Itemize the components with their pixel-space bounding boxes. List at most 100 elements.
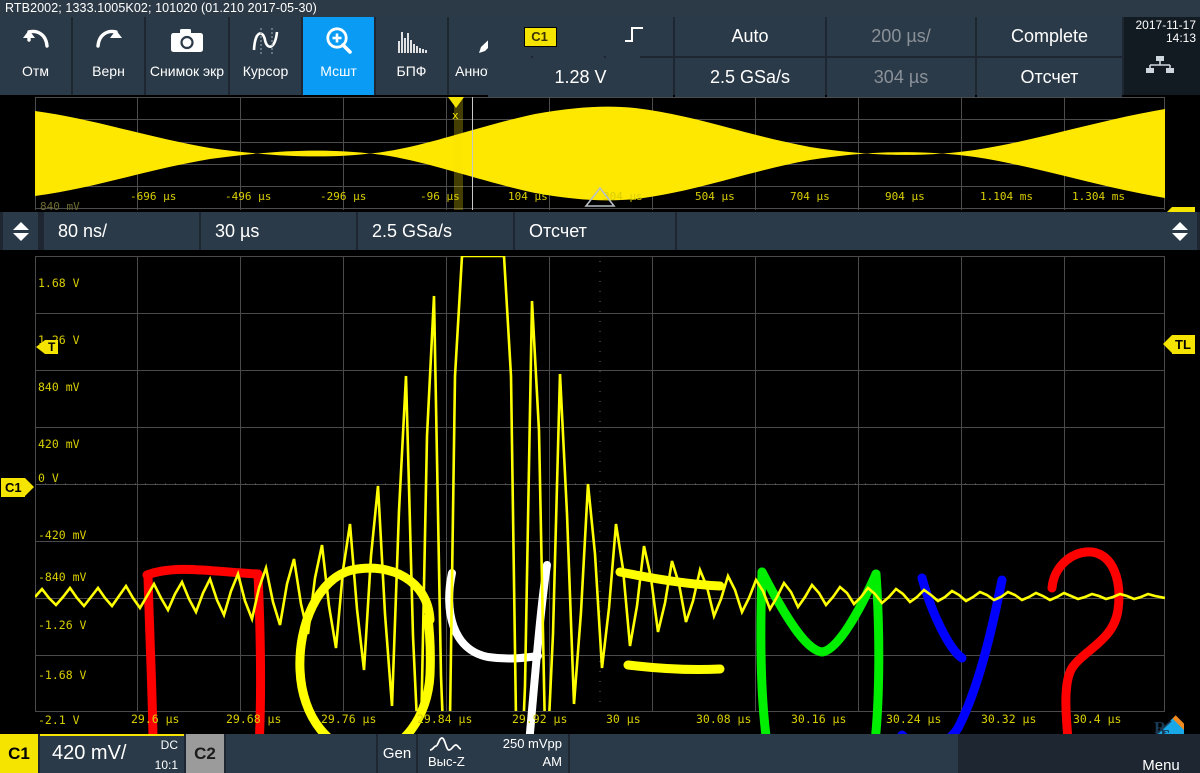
clock-time: 14:13 — [1165, 31, 1196, 45]
fft-icon — [395, 17, 429, 64]
channel1-scale: 420 mV/ — [52, 742, 127, 764]
overview-x-label-6: 504 µs — [695, 190, 735, 203]
generator-modulation: AM — [542, 754, 563, 769]
channel-value-cell[interactable]: 1.28 V — [488, 58, 673, 97]
clock-panel: 2017-11-17 14:13 — [1124, 17, 1200, 95]
overview-x-label-1: -496 µs — [225, 190, 272, 203]
toolbar-button-screenshot[interactable]: Снимок экр — [146, 17, 230, 95]
timebase-cell[interactable]: 200 µs/ — [827, 17, 975, 56]
sample-rate-cell[interactable]: 2.5 GSa/s — [675, 58, 825, 97]
acquisition-info-panel: C1 Auto 200 µs/ Complete 1.28 V 2.5 GSa/… — [488, 17, 1122, 97]
overview-x-label-7: 704 µs — [790, 190, 830, 203]
generator-panel[interactable]: Выс-Z 250 mVpp AM — [418, 734, 568, 773]
trigger-level-marker[interactable]: T — [36, 340, 59, 354]
main-x-label-9: 30.32 µs — [981, 712, 1037, 726]
zoom-position-cell[interactable]: 30 µs — [201, 212, 356, 250]
main-x-label-0: 29.6 µs — [131, 712, 180, 726]
toolbar-button-undo-label: Отм — [22, 63, 49, 79]
acq-mode-cell[interactable]: Отсчет — [977, 58, 1122, 97]
rising-edge-icon — [623, 23, 645, 50]
zoom-spinner-left[interactable] — [3, 212, 38, 250]
trigger-level-label: T — [45, 340, 59, 354]
spin-up-icon — [12, 221, 29, 230]
overview-zoom-edge — [472, 97, 473, 210]
main-x-label-4: 29.92 µs — [512, 712, 568, 726]
overview-x-label-10: 1.304 ms — [1072, 190, 1125, 203]
trigger-position-icon[interactable] — [584, 186, 616, 213]
spin-down-icon — [12, 232, 29, 241]
channel-select-cell[interactable]: C1 — [488, 17, 593, 56]
channel1-panel[interactable]: 420 mV/ DC 10:1 — [40, 734, 184, 773]
overview-x-label-2: -296 µs — [320, 190, 367, 203]
overview-x-label-4: 104 µs — [508, 190, 548, 203]
generator-amplitude: 250 mVpp — [502, 736, 562, 751]
menu-button[interactable]: Menu — [1122, 734, 1200, 773]
main-y-label-7: -1.26 V — [38, 618, 87, 632]
toolbar-button-cursor[interactable]: Курсор — [230, 17, 303, 95]
spin-up-icon-right — [1171, 221, 1188, 230]
toolbar-button-fft-label: БПФ — [396, 63, 427, 79]
main-y-label-9: -2.1 V — [38, 713, 80, 727]
overview-x-label-9: 1.104 ms — [980, 190, 1033, 203]
overview-x-label-8: 904 µs — [885, 190, 925, 203]
window-title-bar: RTB2002; 1333.1005K02; 101020 (01.210 20… — [0, 0, 1200, 17]
main-x-label-10: 30.4 µs — [1073, 712, 1122, 726]
zoom-mode-cell[interactable]: Отсчет — [515, 212, 675, 250]
main-y-label-2: 840 mV — [38, 380, 80, 394]
main-x-label-1: 29.68 µs — [226, 712, 282, 726]
trigger-slope-cell[interactable] — [595, 17, 673, 56]
zoom-cells: 80 ns/ 30 µs 2.5 GSa/s Отсчет — [44, 212, 1162, 250]
zoom-timebase-cell[interactable]: 80 ns/ — [44, 212, 199, 250]
main-tl-tag[interactable]: TL — [1163, 335, 1195, 354]
toolbar-button-redo-label: Верн — [92, 63, 125, 79]
main-y-label-5: -420 mV — [38, 528, 87, 542]
main-x-label-7: 30.16 µs — [791, 712, 847, 726]
lan-icon — [1145, 55, 1175, 80]
toolbar-button-fft[interactable]: БПФ — [376, 17, 449, 95]
zoom-settings-bar: 80 ns/ 30 µs 2.5 GSa/s Отсчет — [0, 212, 1200, 250]
trigger-mode-cell[interactable]: Auto — [675, 17, 825, 56]
spin-down-icon-right — [1171, 232, 1188, 241]
channel1-tab[interactable]: C1 — [0, 734, 38, 773]
main-y-label-4: 0 V — [38, 471, 59, 485]
zoom-spare-cell[interactable] — [677, 212, 1162, 250]
acq-state-cell[interactable]: Complete — [977, 17, 1122, 56]
cursor-wave-icon — [249, 17, 283, 64]
menu-button-label: Menu — [1142, 757, 1180, 773]
main-x-label-6: 30.08 µs — [696, 712, 752, 726]
toolbar-button-zoom[interactable]: Мсшт — [303, 17, 376, 95]
zoom-region-handle[interactable] — [448, 97, 464, 108]
horiz-position-cell[interactable]: 304 µs — [827, 58, 975, 97]
zoom-spinner-right[interactable] — [1162, 212, 1197, 250]
main-y-label-6: -840 mV — [38, 570, 87, 584]
toolbar-button-undo[interactable]: Отм — [0, 17, 73, 95]
redo-icon — [92, 17, 126, 64]
main-x-label-8: 30.24 µs — [886, 712, 942, 726]
main-y-label-0: 1.68 V — [38, 276, 80, 290]
toolbar-button-screenshot-label: Снимок экр — [149, 63, 225, 79]
main-y-label-3: 420 mV — [38, 437, 80, 451]
main-toolbar: Отм Верн Снимок экр Курсор Мсшт БПФ C1 A… — [0, 17, 1200, 97]
bottom-status-bar: C1 420 mV/ DC 10:1 C2 Gen Выс-Z 250 mVpp… — [0, 734, 1200, 773]
channel2-tab[interactable]: C2 — [186, 734, 224, 773]
main-x-label-5: 30 µs — [606, 712, 641, 726]
main-x-label-3: 29.84 µs — [417, 712, 473, 726]
channel2-panel[interactable] — [226, 734, 376, 773]
overview-x-label-0: -696 µs — [130, 190, 177, 203]
channel1-waveform — [35, 256, 1165, 711]
bottom-spare-panel[interactable] — [570, 734, 958, 773]
main-display[interactable]: 1.68 V 1.26 V 840 mV 420 mV 0 V -420 mV … — [0, 250, 1200, 734]
camera-icon — [169, 17, 205, 64]
generator-tab[interactable]: Gen — [378, 734, 416, 773]
zoom-region-x-mark: x — [452, 109, 459, 122]
main-channel-tag[interactable]: C1 — [1, 478, 34, 497]
zoom-in-icon — [323, 17, 355, 64]
toolbar-button-redo[interactable]: Верн — [73, 17, 146, 95]
channel1-coupling: DC — [160, 738, 178, 752]
channel1-probe: 10:1 — [154, 758, 178, 772]
zoom-samplerate-cell[interactable]: 2.5 GSa/s — [358, 212, 513, 250]
undo-icon — [19, 17, 53, 64]
main-x-label-2: 29.76 µs — [321, 712, 377, 726]
generator-impedance: Выс-Z — [428, 754, 465, 769]
main-y-label-8: -1.68 V — [38, 668, 87, 682]
